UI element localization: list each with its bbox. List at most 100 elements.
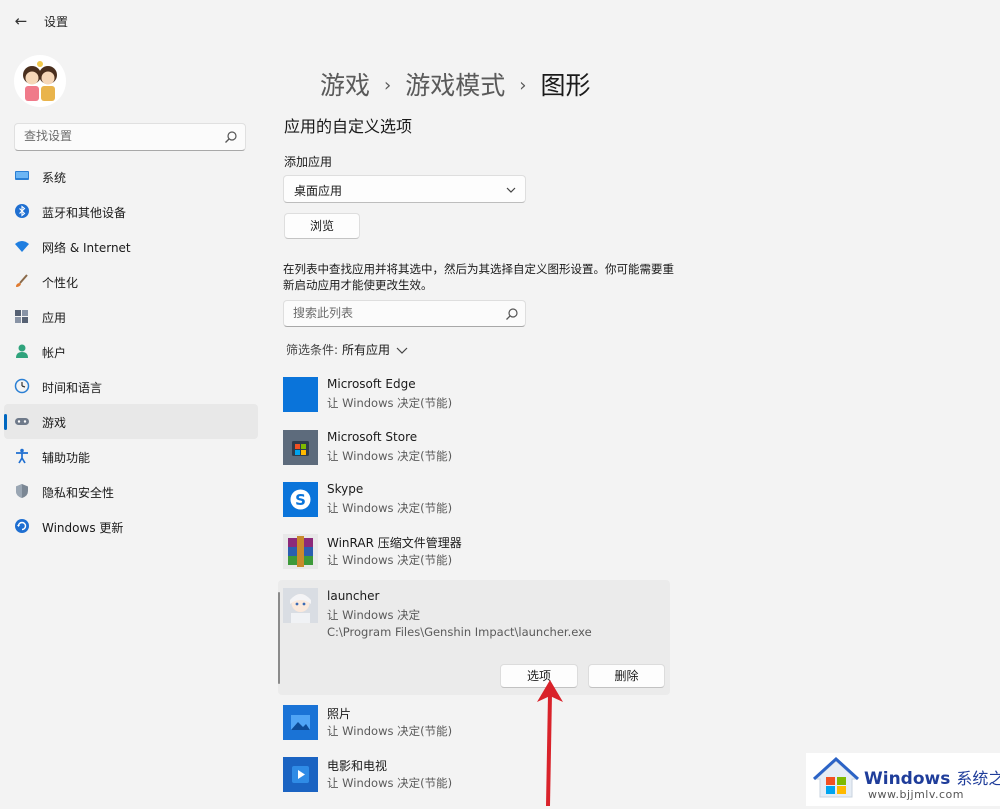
store-icon xyxy=(283,430,318,465)
brush-icon xyxy=(16,274,28,287)
search-icon xyxy=(506,308,518,320)
sidebar-item-apps[interactable]: 应用 xyxy=(4,299,258,334)
app-preference: 让 Windows 决定(节能) xyxy=(327,396,453,410)
filter-value: 所有应用 xyxy=(342,343,391,357)
breadcrumb-game-mode[interactable]: 游戏模式 xyxy=(405,71,505,100)
chevron-down-icon xyxy=(396,347,408,354)
globe-clock-icon xyxy=(14,378,30,394)
search-icon xyxy=(225,131,237,143)
edge-icon xyxy=(283,377,318,412)
sidebar-item-label: Windows 更新 xyxy=(42,521,124,535)
breadcrumb-graphics: 图形 xyxy=(540,71,591,100)
settings-search-input[interactable] xyxy=(24,129,219,143)
sidebar-item-label: 时间和语言 xyxy=(42,381,103,395)
sidebar-item-label: 个性化 xyxy=(42,276,79,290)
avatar[interactable] xyxy=(14,55,66,107)
sidebar-item-accounts[interactable]: 帐户 xyxy=(4,334,258,369)
photos-icon xyxy=(283,705,318,740)
sidebar-item-label: 蓝牙和其他设备 xyxy=(42,206,127,220)
sidebar-item-label: 帐户 xyxy=(42,346,67,360)
watermark: Windows 系统之家 www.bjjmlv.com xyxy=(806,753,1000,806)
sidebar-item-system[interactable]: 系统 xyxy=(4,159,258,194)
app-name: Skype xyxy=(327,482,364,496)
app-preference: 让 Windows 决定 xyxy=(327,608,421,622)
breadcrumb-gaming[interactable]: 游戏 xyxy=(320,71,370,100)
sidebar-item-personalization[interactable]: 个性化 xyxy=(4,264,258,299)
shield-icon xyxy=(16,484,28,498)
delete-button[interactable]: 删除 xyxy=(588,664,665,688)
back-arrow-icon[interactable]: ← xyxy=(10,10,32,32)
browse-button[interactable]: 浏览 xyxy=(284,213,360,239)
active-indicator xyxy=(4,414,7,430)
list-search-input[interactable] xyxy=(293,306,493,320)
sidebar-item-label: 游戏 xyxy=(42,416,67,430)
app-preference: 让 Windows 决定(节能) xyxy=(327,501,453,515)
winrar-icon xyxy=(283,534,318,569)
sidebar-item-label: 辅助功能 xyxy=(42,451,91,465)
sidebar-item-windows-update[interactable]: Windows 更新 xyxy=(4,509,258,544)
launcher-icon xyxy=(283,588,318,623)
bluetooth-icon xyxy=(15,204,29,218)
app-name: 照片 xyxy=(327,707,352,721)
app-list-item[interactable]: 照片 让 Windows 决定(节能) xyxy=(283,705,673,757)
accessibility-icon xyxy=(16,448,28,464)
app-name: 电影和电视 xyxy=(327,759,388,773)
sidebar-item-label: 应用 xyxy=(42,311,67,325)
title-bar: ← 设置 xyxy=(0,0,1000,40)
chevron-right-icon: › xyxy=(519,75,527,96)
wifi-icon xyxy=(15,241,29,252)
sidebar-item-privacy[interactable]: 隐私和安全性 xyxy=(4,474,258,509)
apps-icon xyxy=(15,310,28,323)
sidebar-item-label: 网络 & Internet xyxy=(42,241,131,255)
selected-app-panel[interactable]: launcher 让 Windows 决定 C:\Program Files\G… xyxy=(278,580,670,695)
app-list-item[interactable]: Microsoft Edge 让 Windows 决定(节能) xyxy=(283,377,673,429)
annotation-arrow xyxy=(537,680,563,806)
watermark-url: www.bjjmlv.com xyxy=(868,788,964,801)
app-title: 设置 xyxy=(44,15,69,29)
app-type-dropdown[interactable]: 桌面应用 xyxy=(283,175,526,203)
sidebar-item-accessibility[interactable]: 辅助功能 xyxy=(4,439,258,474)
app-name: launcher xyxy=(327,589,380,603)
person-icon xyxy=(16,344,28,358)
chevron-right-icon: › xyxy=(384,75,392,96)
settings-search[interactable] xyxy=(14,123,246,151)
sidebar-item-gaming[interactable]: 游戏 xyxy=(4,404,258,439)
gamepad-icon xyxy=(15,418,29,425)
app-name: WinRAR 压缩文件管理器 xyxy=(327,536,462,550)
chevron-down-icon xyxy=(506,187,516,193)
app-list-item[interactable]: WinRAR 压缩文件管理器 让 Windows 决定(节能) xyxy=(283,534,673,586)
movies-icon xyxy=(283,757,318,792)
sidebar-item-time-language[interactable]: 时间和语言 xyxy=(4,369,258,404)
app-name: Microsoft Store xyxy=(327,430,418,444)
skype-icon: S xyxy=(283,482,318,517)
app-list-item[interactable]: Microsoft Store 让 Windows 决定(节能) xyxy=(283,430,673,482)
filter-dropdown[interactable]: 筛选条件: 所有应用 xyxy=(286,341,408,358)
section-title: 应用的自定义选项 xyxy=(284,117,413,136)
monitor-icon xyxy=(15,171,29,180)
add-app-label: 添加应用 xyxy=(284,155,333,169)
app-type-selected: 桌面应用 xyxy=(294,184,343,198)
sidebar-item-bluetooth[interactable]: 蓝牙和其他设备 xyxy=(4,194,258,229)
sidebar-item-label: 系统 xyxy=(42,171,67,185)
list-search[interactable] xyxy=(283,300,526,327)
app-list-item[interactable]: S Skype 让 Windows 决定(节能) xyxy=(283,482,673,534)
app-preference: 让 Windows 决定(节能) xyxy=(327,553,453,567)
breadcrumb: 游戏 › 游戏模式 › 图形 xyxy=(320,66,590,102)
description-text: 在列表中查找应用并将其选中，然后为其选择自定义图形设置。你可能需要重新启动应用才… xyxy=(283,262,674,292)
sidebar-item-label: 隐私和安全性 xyxy=(42,486,115,500)
watermark-title: Windows 系统之家 xyxy=(864,765,1000,789)
app-path: C:\Program Files\Genshin Impact\launcher… xyxy=(327,625,592,639)
sidebar-nav: 系统 蓝牙和其他设备 网络 & Internet 个性化 应用 帐户 时间和语言… xyxy=(4,159,258,544)
app-preference: 让 Windows 决定(节能) xyxy=(327,724,453,738)
app-preference: 让 Windows 决定(节能) xyxy=(327,449,453,463)
windows-logo-icon xyxy=(812,756,860,798)
filter-label: 筛选条件: xyxy=(286,343,339,357)
sidebar-item-network[interactable]: 网络 & Internet xyxy=(4,229,258,264)
app-preference: 让 Windows 决定(节能) xyxy=(327,776,453,790)
selection-indicator xyxy=(278,592,280,684)
app-name: Microsoft Edge xyxy=(327,377,416,391)
watermark-title-cn: 系统之家 xyxy=(956,769,1000,788)
watermark-title-en: Windows xyxy=(864,769,951,789)
app-list-item[interactable]: 电影和电视 让 Windows 决定(节能) xyxy=(283,757,673,809)
update-icon xyxy=(15,519,29,533)
